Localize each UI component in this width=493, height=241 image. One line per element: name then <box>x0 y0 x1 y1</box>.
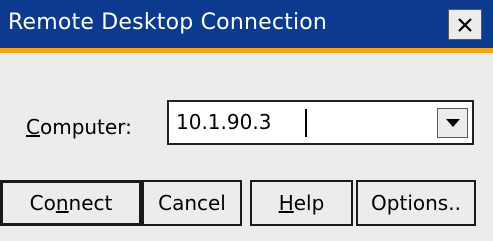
computer-label-rest: omputer: <box>39 115 132 139</box>
computer-combobox[interactable] <box>167 100 474 145</box>
connect-label-mnemonic: n <box>55 191 69 215</box>
computer-input[interactable] <box>169 102 427 143</box>
close-button[interactable] <box>448 9 482 40</box>
close-icon <box>458 17 472 32</box>
help-label-mnemonic: H <box>278 191 294 215</box>
connect-button[interactable]: Co n nect <box>0 180 142 226</box>
connect-label-pre: Co <box>29 191 56 215</box>
computer-label: Computer: <box>26 115 132 139</box>
computer-label-mnemonic: C <box>26 115 40 139</box>
rdc-window: Remote Desktop Connection Computer: Conn… <box>0 0 493 241</box>
dropdown-button[interactable] <box>437 108 468 138</box>
window-title: Remote Desktop Connection <box>8 10 328 35</box>
connect-label-post: nect <box>68 191 113 215</box>
text-caret <box>305 109 307 137</box>
cancel-button[interactable]: Cancel <box>142 180 242 226</box>
options-button[interactable]: Options.. <box>356 180 476 226</box>
help-label-post: elp <box>293 191 325 215</box>
chevron-down-icon <box>445 118 460 127</box>
help-button[interactable]: Help <box>250 180 353 226</box>
title-bar: Remote Desktop Connection <box>0 0 493 53</box>
